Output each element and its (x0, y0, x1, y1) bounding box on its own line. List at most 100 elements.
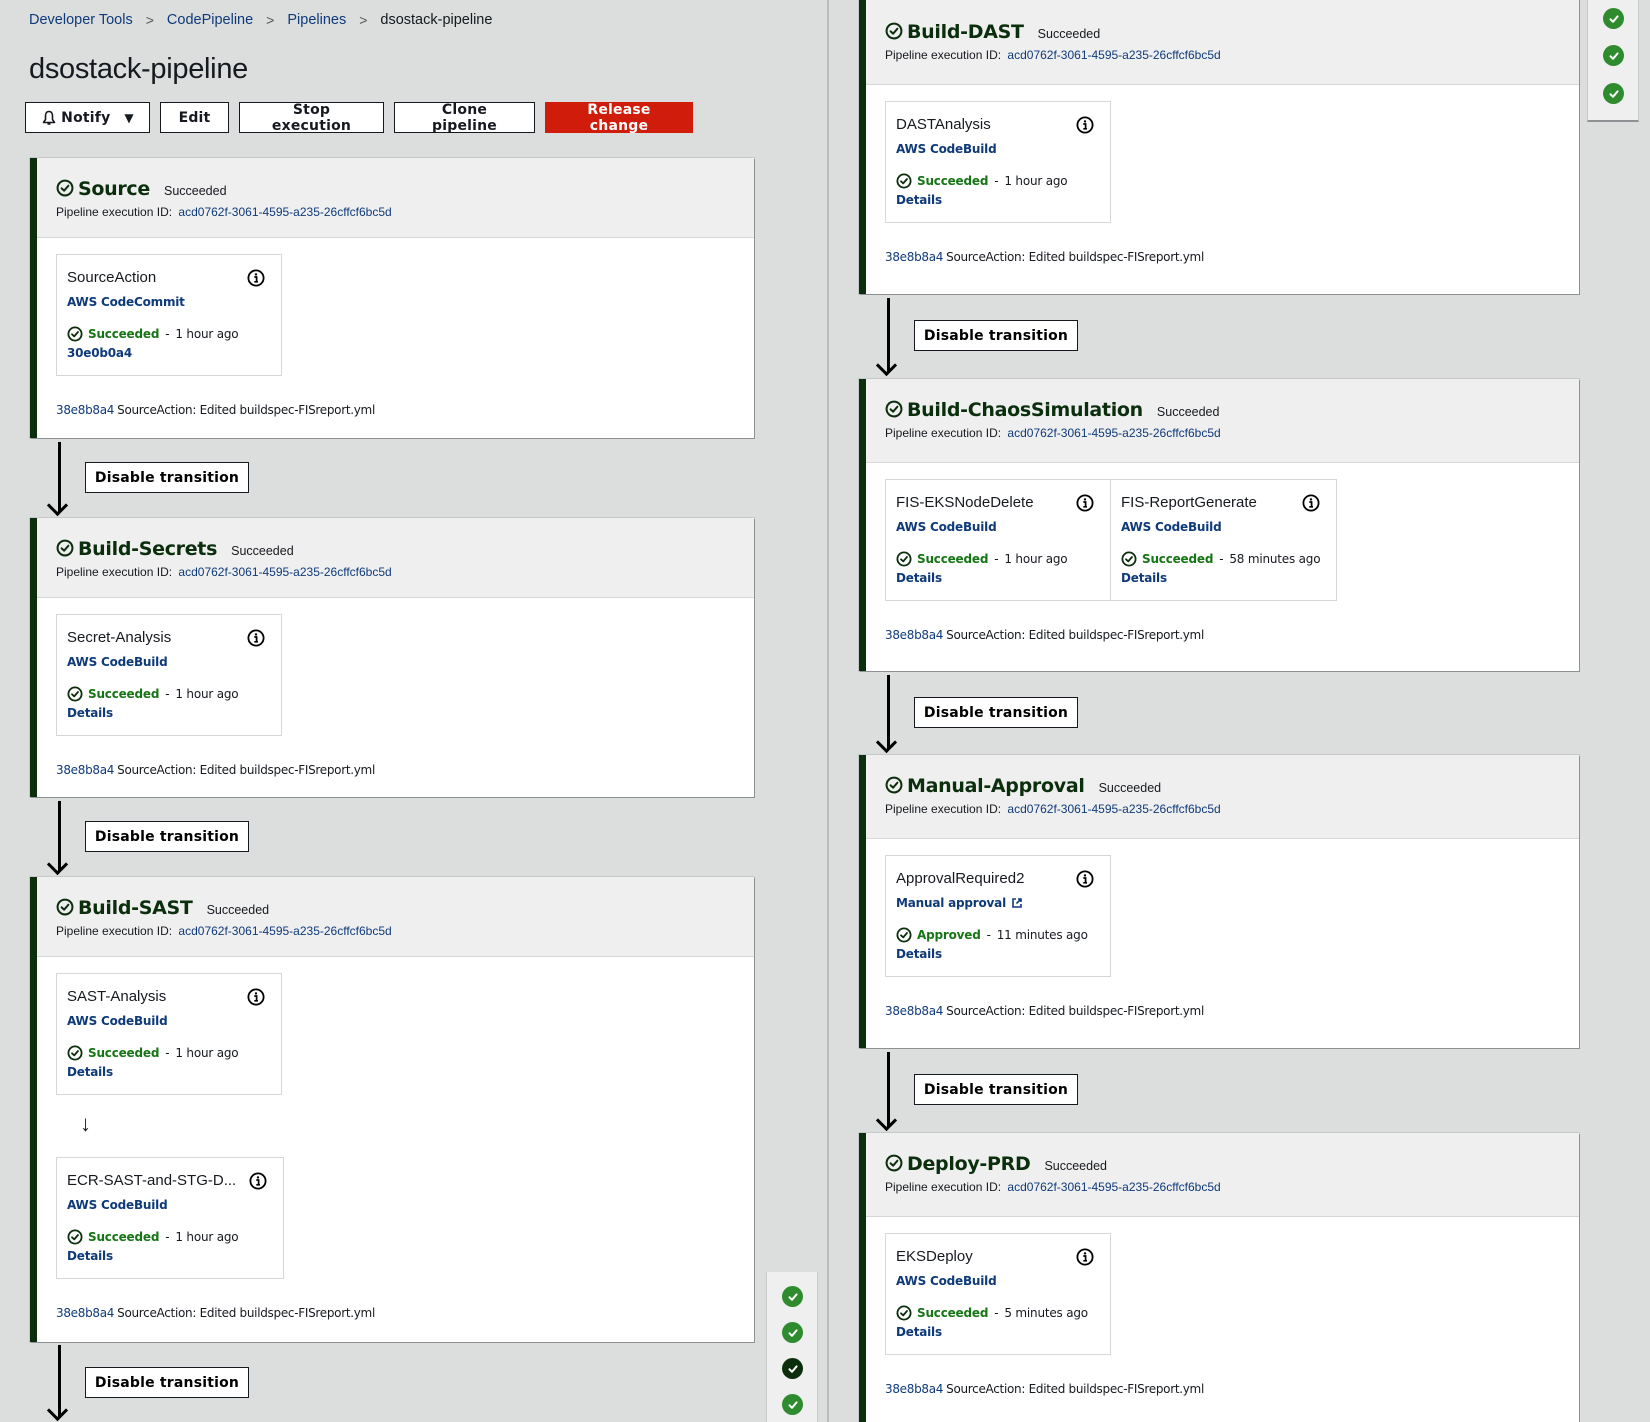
info-icon[interactable] (1076, 494, 1094, 512)
check-circle-icon (67, 1045, 83, 1061)
stage-status: Succeeded (1156, 405, 1220, 419)
execution-id-link[interactable]: acd0762f-3061-4595-a235-26cffcf6bc5d (1007, 48, 1220, 62)
check-circle-icon (885, 776, 903, 794)
stage-name: Source (78, 178, 150, 200)
provider-link[interactable]: AWS CodeCommit (67, 295, 281, 309)
details-link[interactable]: Details (896, 571, 1110, 585)
info-icon[interactable] (247, 988, 265, 1006)
stage-build-dast: Build-DAST Succeeded Pipeline execution … (859, 0, 1579, 294)
provider-link[interactable]: AWS CodeBuild (1121, 520, 1336, 534)
arrow-down-icon (58, 442, 61, 512)
action-status: Succeeded (88, 327, 160, 341)
minimap-stage-indicator[interactable] (1603, 83, 1624, 104)
stage-status: Succeeded (1044, 1159, 1107, 1173)
minimap-stage-indicator-current[interactable] (782, 1358, 803, 1379)
provider-link[interactable]: AWS CodeBuild (896, 1274, 1110, 1288)
details-link[interactable]: Details (1121, 571, 1336, 585)
provider-link[interactable]: AWS CodeBuild (896, 142, 1110, 156)
action-status: Approved (917, 928, 981, 942)
disable-transition-button[interactable]: Disable transition (914, 1074, 1078, 1105)
provider-link[interactable]: AWS CodeBuild (67, 1198, 283, 1212)
manual-approval-link[interactable]: Manual approval (896, 896, 1110, 910)
disable-transition-button[interactable]: Disable transition (85, 1367, 249, 1398)
revision-link[interactable]: 30e0b0a4 (67, 346, 281, 360)
info-icon[interactable] (1076, 1248, 1094, 1266)
release-change-button[interactable]: Release change (545, 102, 693, 134)
stage-manual-approval: Manual-Approval Succeeded Pipeline execu… (859, 755, 1579, 1048)
stop-execution-button[interactable]: Stop execution (239, 102, 384, 134)
execution-id-link[interactable]: acd0762f-3061-4595-a235-26cffcf6bc5d (1007, 802, 1220, 816)
details-link[interactable]: Details (896, 947, 1110, 961)
caret-down-icon: ▼ (124, 110, 134, 125)
arrow-down-icon (887, 1052, 890, 1127)
stage-header: Build-ChaosSimulation Succeeded Pipeline… (866, 379, 1579, 463)
check-circle-icon (1121, 551, 1137, 567)
commit-link[interactable]: 38e8b8a4 (885, 628, 943, 642)
provider-link[interactable]: AWS CodeBuild (896, 520, 1110, 534)
breadcrumb-pipelines[interactable]: Pipelines (287, 12, 346, 28)
minimap-stage-indicator[interactable] (782, 1286, 803, 1307)
action-status: Succeeded (917, 174, 989, 188)
action-time: 1 hour ago (1004, 552, 1068, 566)
commit-message: SourceAction: Edited buildspec-FISreport… (946, 628, 1204, 642)
disable-transition-button[interactable]: Disable transition (914, 697, 1078, 728)
stage-status: Succeeded (1098, 781, 1162, 795)
commit-link[interactable]: 38e8b8a4 (56, 1306, 114, 1320)
external-link-icon (1011, 897, 1023, 909)
edit-button[interactable]: Edit (160, 102, 229, 133)
info-icon[interactable] (247, 269, 265, 287)
check-circle-icon (67, 686, 83, 702)
action-status: Succeeded (88, 687, 160, 701)
commit-message: SourceAction: Edited buildspec-FISreport… (117, 1306, 375, 1320)
action-status: Succeeded (88, 1230, 160, 1244)
provider-link[interactable]: AWS CodeBuild (67, 655, 281, 669)
minimap-stage-indicator[interactable] (782, 1322, 803, 1343)
info-icon[interactable] (249, 1172, 267, 1190)
breadcrumb-current: dsostack-pipeline (380, 12, 493, 28)
commit-link[interactable]: 38e8b8a4 (56, 763, 114, 777)
arrow-down-icon (58, 801, 61, 871)
action-time: 58 minutes ago (1229, 552, 1321, 566)
execution-id-label: Pipeline execution ID: (56, 924, 173, 938)
stage-name: Manual-Approval (907, 775, 1085, 797)
provider-link[interactable]: AWS CodeBuild (67, 1014, 281, 1028)
execution-id-link[interactable]: acd0762f-3061-4595-a235-26cffcf6bc5d (178, 205, 391, 219)
bell-icon (41, 110, 57, 126)
commit-link[interactable]: 38e8b8a4 (885, 1004, 943, 1018)
execution-id-link[interactable]: acd0762f-3061-4595-a235-26cffcf6bc5d (178, 924, 391, 938)
notify-button[interactable]: Notify ▼ (25, 102, 150, 133)
minimap-stage-indicator[interactable] (782, 1394, 803, 1415)
execution-id-link[interactable]: acd0762f-3061-4595-a235-26cffcf6bc5d (178, 565, 391, 579)
disable-transition-button[interactable]: Disable transition (914, 320, 1078, 351)
info-icon[interactable] (1076, 870, 1094, 888)
details-link[interactable]: Details (896, 193, 1110, 207)
details-link[interactable]: Details (67, 1249, 283, 1263)
check-circle-icon (67, 1229, 83, 1245)
action-arrow: ↓ (56, 1095, 754, 1157)
info-icon[interactable] (1302, 494, 1320, 512)
breadcrumb-codepipeline[interactable]: CodePipeline (167, 12, 253, 28)
clone-pipeline-button[interactable]: Clone pipeline (394, 102, 535, 134)
details-link[interactable]: Details (896, 1325, 1110, 1339)
commit-link[interactable]: 38e8b8a4 (885, 1382, 943, 1396)
stage-minimap (1587, 0, 1639, 122)
details-link[interactable]: Details (67, 1065, 281, 1079)
arrow-down-icon (887, 298, 890, 372)
disable-transition-button[interactable]: Disable transition (85, 821, 249, 852)
info-icon[interactable] (247, 629, 265, 647)
commit-link[interactable]: 38e8b8a4 (56, 403, 114, 417)
arrow-down-icon: ↓ (80, 1111, 91, 1136)
commit-link[interactable]: 38e8b8a4 (885, 250, 943, 264)
execution-id-link[interactable]: acd0762f-3061-4595-a235-26cffcf6bc5d (1007, 426, 1220, 440)
breadcrumb-developer-tools[interactable]: Developer Tools (29, 12, 133, 28)
disable-transition-button[interactable]: Disable transition (85, 462, 249, 493)
commit-message: SourceAction: Edited buildspec-FISreport… (946, 1382, 1204, 1396)
details-link[interactable]: Details (67, 706, 281, 720)
minimap-stage-indicator[interactable] (1603, 8, 1624, 29)
stage-build-sast: Build-SAST Succeeded Pipeline execution … (30, 877, 754, 1342)
info-icon[interactable] (1076, 116, 1094, 134)
execution-id-link[interactable]: acd0762f-3061-4595-a235-26cffcf6bc5d (1007, 1180, 1220, 1194)
minimap-stage-indicator[interactable] (1603, 45, 1624, 66)
action-time: 1 hour ago (1004, 174, 1068, 188)
action-card: FIS-EKSNodeDelete AWS CodeBuild Succeede… (885, 479, 1111, 601)
